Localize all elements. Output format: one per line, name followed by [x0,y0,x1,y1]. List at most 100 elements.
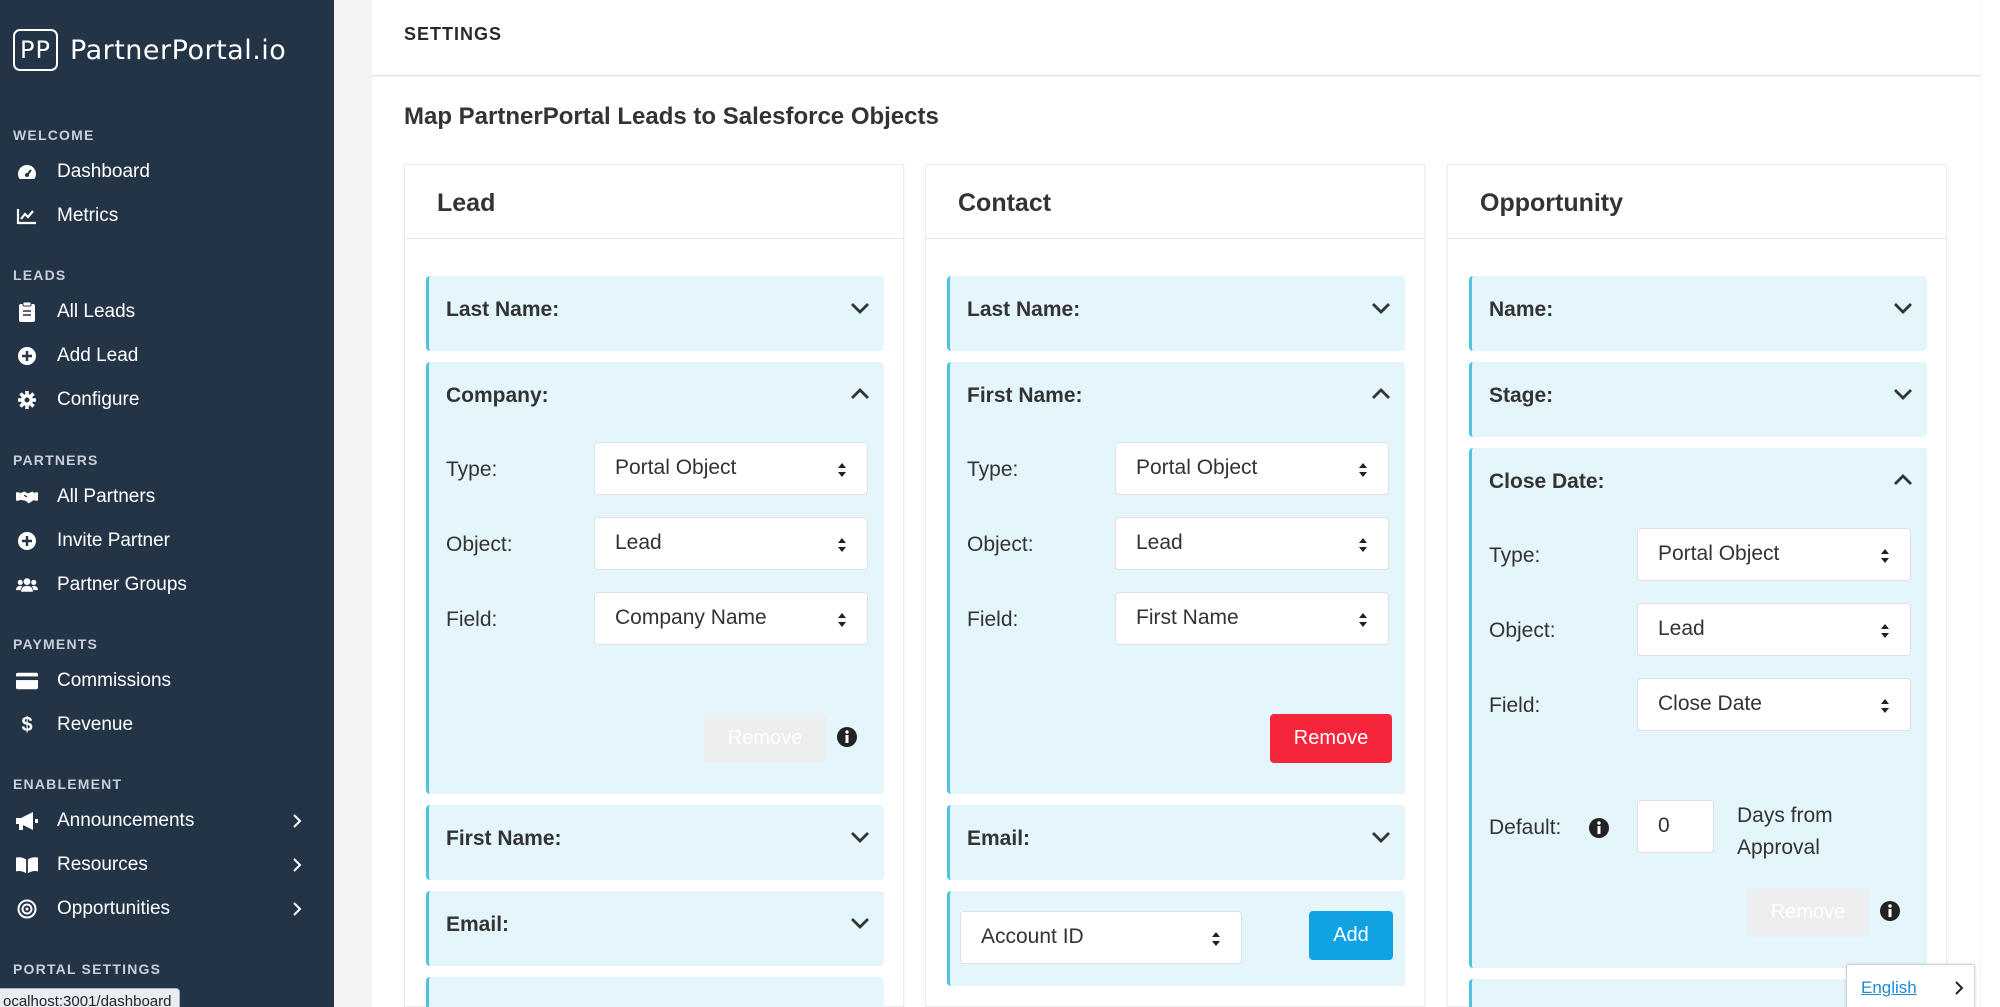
accordion-email[interactable]: Email: [426,891,884,966]
sidebar-item-invite-partner[interactable]: Invite Partner [0,521,334,561]
sidebar-item-commissions[interactable]: Commissions [0,661,334,701]
sidebar-item-partner-groups[interactable]: Partner Groups [0,565,334,605]
chevron-up-icon[interactable] [1371,387,1391,401]
chevron-down-icon[interactable] [1893,301,1913,315]
type-select[interactable]: Portal Object [594,442,868,495]
chevron-right-icon [1955,981,1964,995]
sidebar-item-all-leads[interactable]: All Leads [0,292,334,332]
chevron-down-icon[interactable] [1371,301,1391,315]
accordion-name[interactable]: Name: [1469,276,1927,351]
new-field-select[interactable]: Account ID [960,911,1242,964]
sidebar-item-add-lead[interactable]: Add Lead [0,336,334,376]
accordion-title: Company: [446,384,549,407]
sidebar-item-label: Invite Partner [57,530,170,551]
chevron-up-icon[interactable] [1893,473,1913,487]
section-portal-settings: PORTAL SETTINGS [13,961,162,977]
credit-card-icon [16,670,38,692]
chevron-up-icon[interactable] [850,387,870,401]
days-from-approval-label: Days from Approval [1737,800,1833,864]
object-select[interactable]: Lead [1115,517,1389,570]
plus-circle-icon [16,345,38,367]
chevron-down-icon[interactable] [1893,387,1913,401]
accordion-first-name[interactable]: First Name: [426,805,884,880]
sidebar-item-dashboard[interactable]: Dashboard [0,152,334,192]
sidebar-item-configure[interactable]: Configure [0,380,334,420]
right-gutter [1981,0,2000,1007]
book-icon [16,854,38,876]
sidebar-item-label: Commissions [57,670,172,691]
info-icon[interactable] [1588,817,1610,839]
section-enablement: ENABLEMENT [13,776,123,792]
chevron-right-icon [293,814,302,828]
plus-circle-icon [16,530,38,552]
chevron-down-icon[interactable] [850,830,870,844]
object-select[interactable]: Lead [1637,603,1911,656]
type-select[interactable]: Portal Object [1115,442,1389,495]
remove-button-disabled[interactable]: Remove [704,714,826,763]
sidebar-item-label: Metrics [57,205,119,226]
object-select-value: Lead [1136,531,1183,554]
sidebar-item-metrics[interactable]: Metrics [0,196,334,236]
sidebar-item-label: All Leads [57,301,136,322]
chevron-right-icon [293,902,302,916]
chevron-down-icon[interactable] [1371,830,1391,844]
remove-button[interactable]: Remove [1270,714,1392,763]
sidebar-item-label: Opportunities [57,898,171,919]
contact-column: Contact Last Name: First Name: Type: Por… [925,164,1425,1007]
language-selector[interactable]: English [1846,964,1975,1007]
language-link[interactable]: English [1861,978,1917,998]
sidebar-item-label: Resources [57,854,148,875]
section-welcome: WELCOME [13,127,95,143]
sidebar-item-opportunities[interactable]: Opportunities [0,889,334,929]
sidebar-item-announcements[interactable]: Announcements [0,801,334,841]
select-arrows-icon [838,613,846,627]
users-icon [16,574,38,596]
accordion-stage[interactable]: Stage: [1469,362,1927,437]
remove-button-disabled[interactable]: Remove [1747,888,1869,937]
add-button[interactable]: Add [1309,911,1393,960]
field-label: Field: [1489,694,1541,717]
default-days-input[interactable]: 0 [1637,800,1714,853]
object-label: Object: [1489,619,1556,642]
type-label: Type: [446,458,498,481]
sidebar-item-all-partners[interactable]: All Partners [0,477,334,517]
select-arrows-icon [1359,463,1367,477]
brand[interactable]: PP PartnerPortal.io [13,29,286,71]
section-partners: PARTNERS [13,452,99,468]
info-icon[interactable] [1879,900,1901,922]
chevron-down-icon[interactable] [850,916,870,930]
field-select[interactable]: First Name [1115,592,1389,645]
select-arrows-icon [838,463,846,477]
clipboard-icon [16,301,38,323]
accordion-title: Email: [967,827,1031,850]
accordion-last-name[interactable]: Last Name: [426,276,884,351]
type-select-value: Portal Object [1658,542,1780,565]
field-select-value: Close Date [1658,692,1762,715]
object-select[interactable]: Lead [594,517,868,570]
field-select[interactable]: Company Name [594,592,868,645]
sidebar-item-label: Revenue [57,714,134,735]
accordion-last-name[interactable]: Last Name: [947,276,1405,351]
brand-name: PartnerPortal.io [70,34,287,66]
accordion-email[interactable]: Email: [947,805,1405,880]
sidebar-item-label: Dashboard [57,161,150,182]
object-label: Object: [446,533,513,556]
type-select[interactable]: Portal Object [1637,528,1911,581]
accordion-title: Email: [446,913,510,936]
add-field-row: Account ID Add [947,891,1405,986]
select-arrows-icon [1881,549,1889,563]
field-select[interactable]: Close Date [1637,678,1911,731]
type-label: Type: [967,458,1019,481]
accordion-partial[interactable] [426,977,884,1007]
select-arrows-icon [1359,538,1367,552]
target-icon [16,898,38,920]
chevron-down-icon[interactable] [850,301,870,315]
sidebar-item-revenue[interactable]: $ Revenue [0,705,334,745]
sidebar-item-resources[interactable]: Resources [0,845,334,885]
field-label: Field: [967,608,1019,631]
megaphone-icon [16,810,38,832]
sidebar: PP PartnerPortal.io WELCOME Dashboard Me… [0,0,334,1007]
object-select-value: Lead [615,531,662,554]
info-icon[interactable] [836,726,858,748]
sidebar-item-label: Add Lead [57,345,139,366]
